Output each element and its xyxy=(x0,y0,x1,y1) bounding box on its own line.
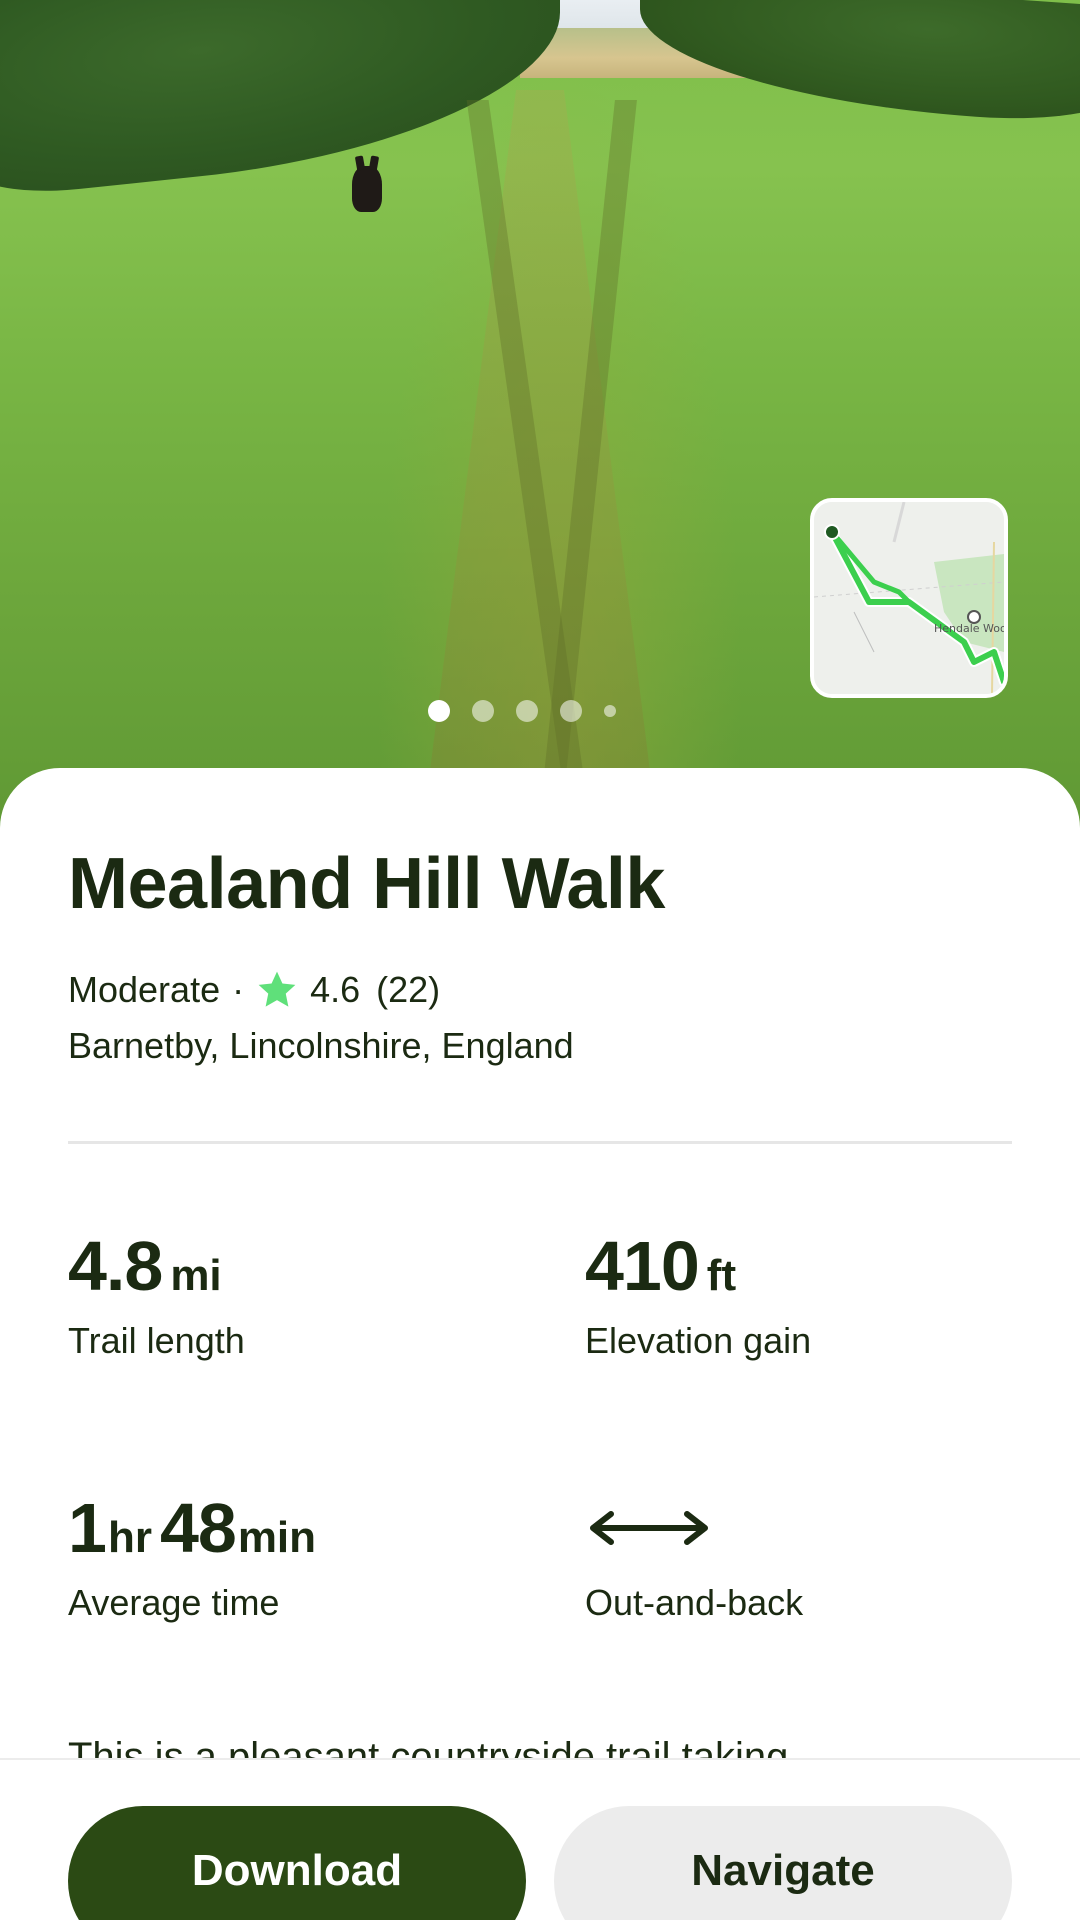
trail-title: Mealand Hill Walk xyxy=(68,844,665,924)
route-type-label: Out-and-back xyxy=(585,1582,804,1623)
map-place-label: Hendale Woo xyxy=(934,622,1007,635)
trail-length-label: Trail length xyxy=(68,1320,245,1361)
download-button[interactable]: Download xyxy=(68,1806,526,1920)
section-divider xyxy=(68,1141,1012,1144)
carousel-dot[interactable] xyxy=(472,700,494,722)
stat-average-time: 1 hr 48 min Average time xyxy=(68,1488,508,1624)
map-preview-graphic xyxy=(814,502,1004,694)
elevation-unit: ft xyxy=(706,1251,737,1300)
elevation-label: Elevation gain xyxy=(585,1320,812,1361)
trail-description-text: This is a pleasant countryside trail tak… xyxy=(68,1735,789,1758)
difficulty-label: Moderate xyxy=(68,969,221,1010)
trail-description: This is a pleasant countryside trail tak… xyxy=(68,1732,1028,1758)
star-icon xyxy=(258,971,296,1007)
trail-length-unit: mi xyxy=(170,1251,222,1300)
review-count[interactable]: (22) xyxy=(376,969,440,1011)
time-minutes-value: 48 xyxy=(159,1489,237,1567)
trail-length-value: 4.8 xyxy=(68,1227,163,1305)
stat-route-type: Out-and-back xyxy=(585,1488,1025,1624)
map-start-marker xyxy=(824,524,840,540)
carousel-dot-active[interactable] xyxy=(428,700,450,722)
rating-value: 4.6 xyxy=(310,969,361,1010)
map-preview-thumbnail[interactable]: Hendale Woo xyxy=(810,498,1008,698)
carousel-indicator[interactable] xyxy=(0,700,1062,722)
stat-elevation-gain: 410 ft Elevation gain xyxy=(585,1226,1025,1362)
carousel-dot[interactable] xyxy=(516,700,538,722)
elevation-value: 410 xyxy=(585,1227,700,1305)
trail-photo[interactable]: Hendale Woo xyxy=(0,0,1080,840)
average-time-label: Average time xyxy=(68,1582,280,1623)
photo-dog xyxy=(352,166,382,212)
trail-detail-screen: Hendale Woo Mealand Hill Walk Moderate ·… xyxy=(0,0,1080,1920)
time-hours-unit: hr xyxy=(107,1513,152,1562)
carousel-dot[interactable] xyxy=(560,700,582,722)
time-hours-value: 1 xyxy=(68,1489,107,1567)
trail-meta-row: Moderate · 4.6 (22) xyxy=(68,966,440,1014)
carousel-dot[interactable] xyxy=(604,705,616,717)
time-minutes-unit: min xyxy=(237,1513,317,1562)
navigate-button[interactable]: Navigate xyxy=(554,1806,1012,1920)
photo-hedge-right xyxy=(640,0,1080,127)
stat-trail-length: 4.8 mi Trail length xyxy=(68,1226,508,1362)
double-arrow-icon xyxy=(590,1511,708,1545)
trail-location: Barnetby, Lincolnshire, England xyxy=(68,1025,574,1066)
meta-separator: · xyxy=(232,969,245,1010)
